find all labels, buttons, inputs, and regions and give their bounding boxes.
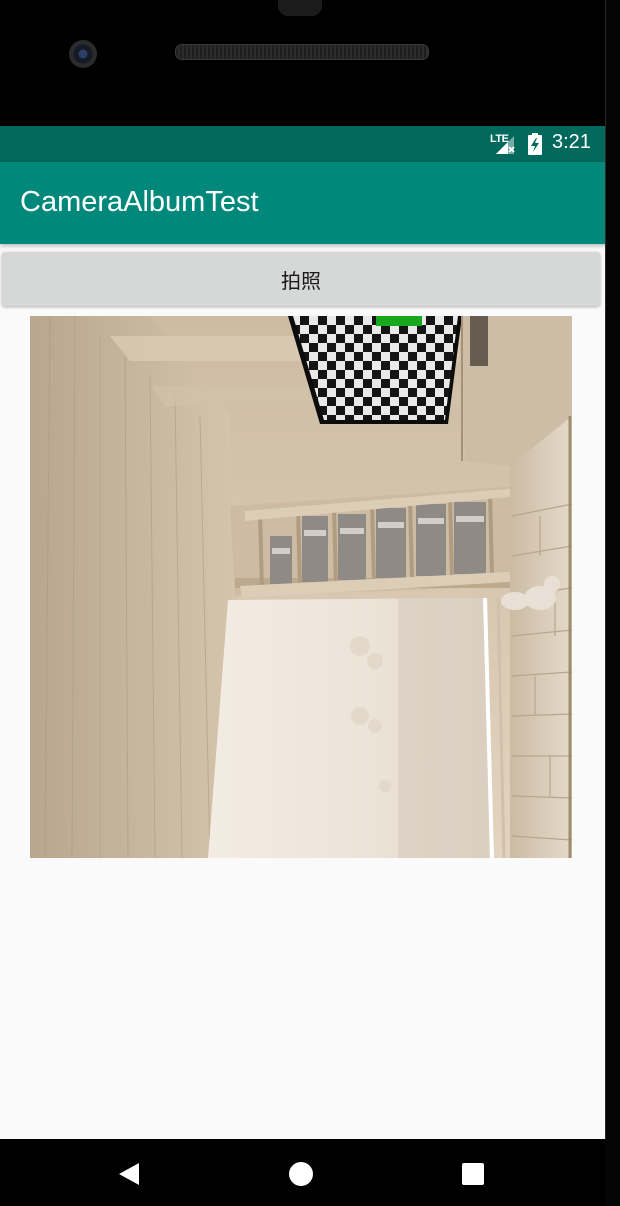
captured-photo: [30, 316, 572, 858]
front-camera-icon: [69, 40, 97, 68]
app-title: CameraAlbumTest: [20, 186, 259, 218]
recents-icon[interactable]: [462, 1163, 484, 1185]
status-bar: LTE 3:21: [0, 126, 606, 162]
app-toolbar: CameraAlbumTest: [0, 162, 606, 244]
phone-frame-edge: [605, 0, 620, 1206]
take-photo-button[interactable]: 拍照: [2, 252, 600, 306]
back-icon[interactable]: [117, 1161, 143, 1187]
signal-no-data-icon: [496, 136, 515, 154]
home-icon[interactable]: [289, 1162, 313, 1186]
clock: 3:21: [552, 131, 591, 153]
phone-bezel-top: [0, 0, 620, 126]
app-screen: LTE 3:21 CameraAlbumTest 拍照: [0, 126, 606, 1139]
earpiece-speaker: [175, 44, 429, 60]
notch: [278, 0, 322, 16]
battery-charging-icon: [528, 133, 542, 155]
